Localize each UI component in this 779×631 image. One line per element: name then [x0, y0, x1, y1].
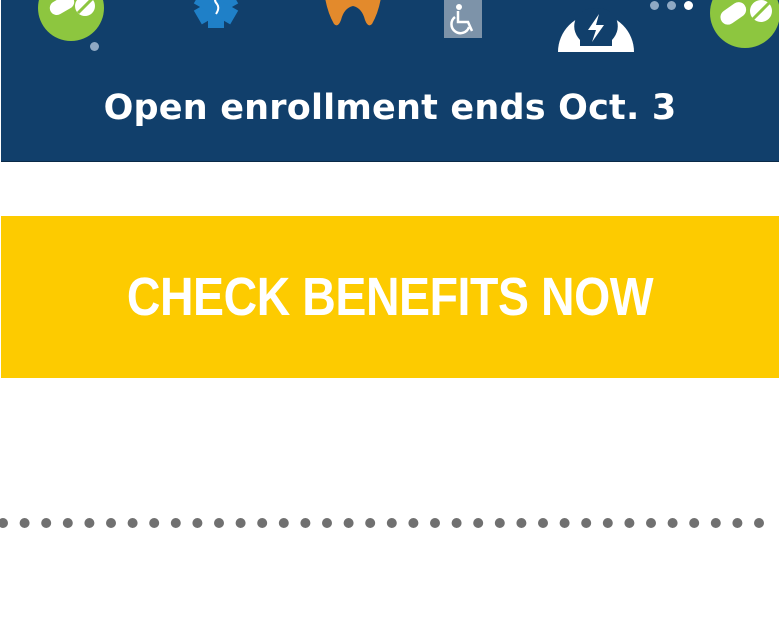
divider-dot — [602, 518, 613, 528]
divider-dot — [19, 518, 30, 528]
divider-dot — [754, 518, 764, 528]
divider-dot — [235, 518, 246, 528]
divider-dot — [257, 518, 268, 528]
divider-dot — [516, 518, 527, 528]
divider-dot — [322, 518, 332, 528]
divider-dot — [581, 518, 592, 528]
divider-dot — [473, 518, 484, 528]
divider-dot — [62, 518, 73, 528]
divider-dot — [689, 518, 700, 528]
divider-dot — [451, 518, 462, 528]
divider-dot — [710, 518, 721, 528]
wheelchair-icon — [444, 0, 482, 38]
banner-title: Open enrollment ends Oct. 3 — [103, 88, 677, 128]
divider-dot — [84, 518, 95, 528]
divider-dot — [214, 518, 224, 528]
lightbulb-icon — [558, 0, 634, 59]
check-benefits-label: CHECK BENEFITS NOW — [126, 267, 654, 327]
divider-dot — [430, 518, 440, 528]
pill-icon — [707, 0, 779, 55]
divider-dot — [624, 518, 635, 528]
enrollment-banner: Open enrollment ends Oct. 3 — [1, 0, 779, 162]
dot-decoration — [684, 1, 693, 10]
divider-dot — [559, 518, 570, 528]
dotted-divider — [0, 516, 779, 528]
divider-dot — [343, 518, 354, 528]
divider-dot — [170, 518, 181, 528]
check-benefits-button[interactable]: CHECK BENEFITS NOW — [1, 216, 779, 378]
tooth-icon — [322, 0, 384, 35]
divider-dot — [192, 518, 203, 528]
star-of-life-icon — [181, 0, 251, 35]
divider-dot — [646, 518, 656, 528]
dot-decoration — [650, 1, 659, 10]
dot-decoration — [90, 42, 99, 51]
divider-dot — [127, 518, 138, 528]
divider-dot — [538, 518, 548, 528]
divider-dot — [494, 518, 505, 528]
divider-dot — [41, 518, 52, 528]
dot-decoration — [667, 1, 676, 10]
divider-dot — [106, 518, 116, 528]
divider-dot — [0, 518, 8, 528]
divider-dot — [386, 518, 397, 528]
divider-dot — [365, 518, 376, 528]
divider-dot — [732, 518, 743, 528]
divider-dot — [149, 518, 160, 528]
divider-dot — [278, 518, 289, 528]
divider-dot — [300, 518, 311, 528]
divider-dot — [667, 518, 678, 528]
divider-dot — [408, 518, 419, 528]
